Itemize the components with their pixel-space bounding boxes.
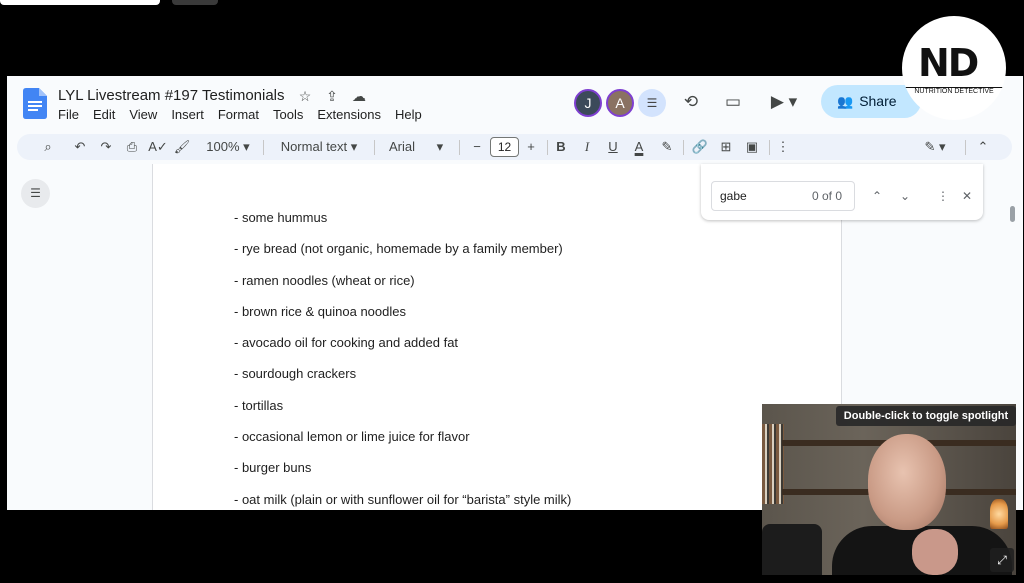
close-icon[interactable]: ✕ xyxy=(955,181,979,211)
person-head xyxy=(868,434,946,530)
next-match-icon[interactable]: ⌄ xyxy=(893,181,917,211)
menu-extensions[interactable]: Extensions xyxy=(317,107,381,122)
zoom-select[interactable]: 100% ▾ xyxy=(201,134,255,160)
divider xyxy=(459,140,460,155)
divider xyxy=(965,140,966,155)
document-title[interactable]: LYL Livestream #197 Testimonials xyxy=(58,87,285,104)
star-icon[interactable]: ☆ xyxy=(296,87,314,105)
divider xyxy=(263,140,264,155)
bookshelf xyxy=(762,424,784,504)
expand-icon[interactable]: ⤢ xyxy=(990,548,1014,572)
version-history-icon[interactable]: ⟲ xyxy=(679,90,703,114)
spellcheck-icon[interactable]: A✓ xyxy=(147,134,169,160)
toolbar: ⌕ ↶ ↷ ⎙ A✓ 🖌 100% ▾ Normal text ▾ Arial … xyxy=(17,134,1012,160)
font-select[interactable]: Arial ▾ xyxy=(381,134,453,160)
menu-format[interactable]: Format xyxy=(218,107,259,122)
zoom-value: 100% xyxy=(206,139,240,154)
find-panel: gabe 0 of 0 ⌃ ⌄ ⋮ ✕ xyxy=(701,164,983,220)
list-item[interactable]: - brown rice & quinoa noodles xyxy=(234,304,571,335)
docs-logo-icon[interactable] xyxy=(23,88,47,119)
logo-mark: ND xyxy=(918,41,979,85)
spotlight-tooltip: Double-click to toggle spotlight xyxy=(836,406,1016,426)
list-item[interactable]: - avocado oil for cooking and added fat xyxy=(234,335,571,366)
list-item[interactable]: - ramen noodles (wheat or rice) xyxy=(234,273,571,304)
menu-bar: File Edit View Insert Format Tools Exten… xyxy=(58,107,436,122)
scrollbar[interactable] xyxy=(1010,206,1015,222)
undo-icon[interactable]: ↶ xyxy=(69,134,91,160)
find-query: gabe xyxy=(720,189,747,203)
bold-button[interactable]: B xyxy=(551,134,571,160)
move-to-folder-icon[interactable]: ⇪ xyxy=(323,87,341,105)
add-comment-icon[interactable]: ⊞ xyxy=(715,134,737,160)
document-outline-icon[interactable]: ☰ xyxy=(21,179,50,208)
text-color-button[interactable]: A xyxy=(629,134,649,160)
increase-font-size-icon[interactable]: + xyxy=(521,134,541,160)
menu-view[interactable]: View xyxy=(129,107,157,122)
screen: LYL Livestream #197 Testimonials ☆ ⇪ ☁ F… xyxy=(0,0,1024,583)
menu-file[interactable]: File xyxy=(58,107,79,122)
logo-text: NUTRITION DETECTIVE xyxy=(902,87,1006,95)
style-value: Normal text xyxy=(280,139,348,154)
insert-link-icon[interactable]: 🔗 xyxy=(689,134,711,160)
menu-help[interactable]: Help xyxy=(395,107,422,122)
search-menus-icon[interactable]: ⌕ xyxy=(37,134,59,160)
menu-insert[interactable]: Insert xyxy=(171,107,204,122)
list-item[interactable]: - burger buns xyxy=(234,460,571,491)
nutrition-detective-logo: ND NUTRITION DETECTIVE xyxy=(902,16,1006,120)
list-item[interactable]: - tortillas xyxy=(234,398,571,429)
more-options-icon[interactable]: ⋮ xyxy=(775,134,791,160)
microphone xyxy=(762,524,822,575)
document-body[interactable]: - some hummus - rye bread (not organic, … xyxy=(234,210,571,510)
salt-lamp xyxy=(990,499,1008,529)
comments-icon[interactable]: ▭ xyxy=(721,90,745,114)
browser-tab[interactable] xyxy=(172,0,218,5)
highlight-color-icon[interactable]: ✎ xyxy=(657,134,677,160)
list-item[interactable]: - sourdough crackers xyxy=(234,366,571,397)
docs-titlebar: LYL Livestream #197 Testimonials ☆ ⇪ ☁ F… xyxy=(7,76,1023,128)
menu-tools[interactable]: Tools xyxy=(273,107,303,122)
divider xyxy=(547,140,548,155)
paint-format-icon[interactable]: 🖌 xyxy=(171,134,193,160)
chat-collaborators-icon[interactable]: ☰ xyxy=(638,89,666,117)
list-item[interactable]: - rye bread (not organic, homemade by a … xyxy=(234,241,571,272)
meet-icon[interactable]: ▶ ▾ xyxy=(765,90,803,114)
title-actions: ☆ ⇪ ☁ xyxy=(296,87,368,105)
list-item[interactable]: - occasional lemon or lime juice for fla… xyxy=(234,429,571,460)
find-result-count: 0 of 0 xyxy=(811,189,842,203)
find-input[interactable]: gabe 0 of 0 xyxy=(711,181,855,211)
avatar-a[interactable]: A xyxy=(606,89,634,117)
decrease-font-size-icon[interactable]: − xyxy=(467,134,487,160)
menu-edit[interactable]: Edit xyxy=(93,107,115,122)
people-icon: 👥 xyxy=(837,94,854,109)
divider xyxy=(769,140,770,155)
hide-menus-icon[interactable]: ⌃ xyxy=(973,134,993,160)
list-item[interactable]: - some hummus xyxy=(234,210,571,241)
insert-image-icon[interactable]: ▣ xyxy=(741,134,763,160)
redo-icon[interactable]: ↷ xyxy=(95,134,117,160)
list-item[interactable]: - oat milk (plain or with sunflower oil … xyxy=(234,492,571,510)
browser-tab-active[interactable] xyxy=(0,0,160,5)
italic-button[interactable]: I xyxy=(577,134,597,160)
avatar-j[interactable]: J xyxy=(574,89,602,117)
divider xyxy=(374,140,375,155)
style-select[interactable]: Normal text ▾ xyxy=(272,134,366,160)
divider xyxy=(683,140,684,155)
editing-mode-icon[interactable]: ✎ ▾ xyxy=(915,134,955,160)
font-value: Arial xyxy=(389,139,416,154)
person-hand xyxy=(912,529,958,575)
print-icon[interactable]: ⎙ xyxy=(121,134,143,160)
cloud-status-icon[interactable]: ☁ xyxy=(350,87,368,105)
font-size-input[interactable]: 12 xyxy=(490,137,519,157)
webcam-overlay[interactable] xyxy=(762,404,1016,575)
underline-button[interactable]: U xyxy=(603,134,623,160)
share-label: Share xyxy=(859,93,897,109)
previous-match-icon[interactable]: ⌃ xyxy=(865,181,889,211)
find-options-icon[interactable]: ⋮ xyxy=(931,181,955,211)
